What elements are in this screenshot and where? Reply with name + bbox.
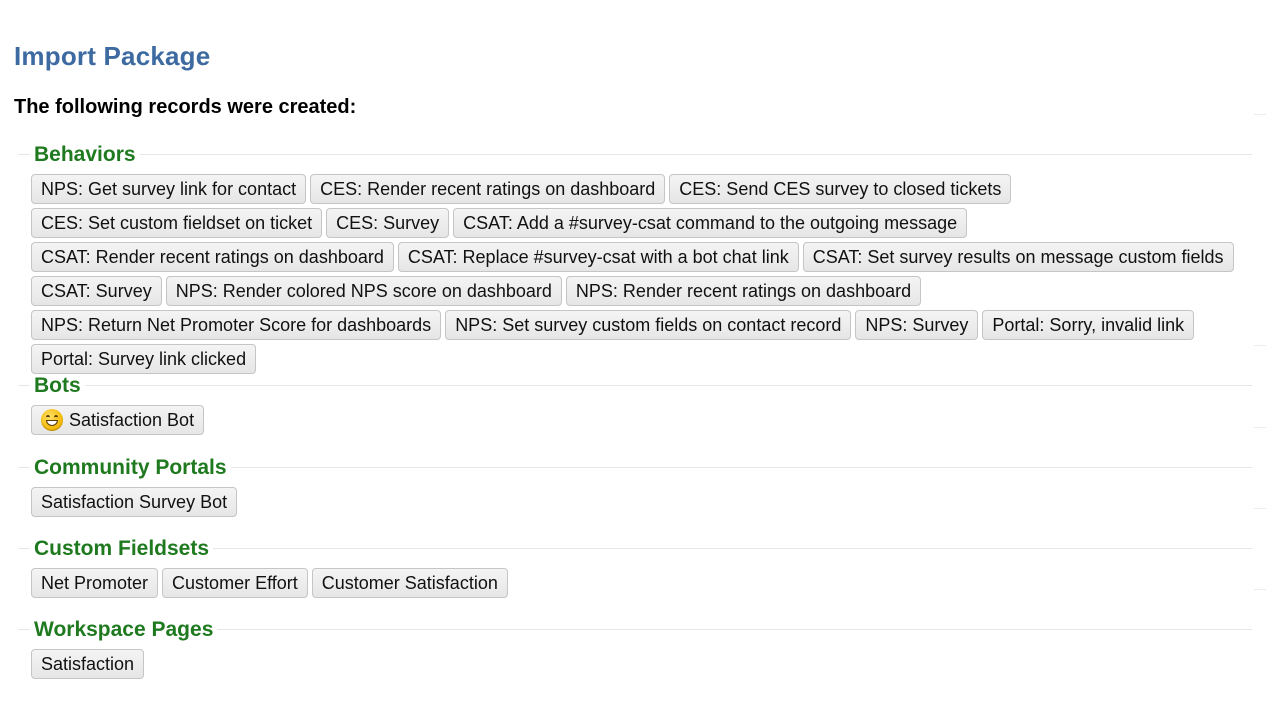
behavior-chip[interactable]: NPS: Return Net Promoter Score for dashb…: [31, 310, 442, 340]
behavior-chip[interactable]: CSAT: Add a #survey-csat command to the …: [453, 208, 968, 238]
bot-chip-satisfaction-bot[interactable]: Satisfaction Bot: [31, 405, 205, 435]
behavior-chip[interactable]: Portal: Sorry, invalid link: [982, 310, 1195, 340]
section-title-community-portals: Community Portals: [30, 456, 231, 480]
behavior-chip[interactable]: CES: Set custom fieldset on ticket: [31, 208, 323, 238]
section-divider: [18, 385, 1252, 386]
section-title-bots: Bots: [30, 374, 85, 398]
workspace-page-chip[interactable]: Satisfaction: [31, 649, 145, 679]
workspace-pages-chip-list: Satisfaction: [31, 649, 1253, 679]
community-portal-chip[interactable]: Satisfaction Survey Bot: [31, 487, 238, 517]
section-bots: Bots Satisfaction Bot: [18, 345, 1266, 435]
behavior-chip[interactable]: CSAT: Render recent ratings on dashboard: [31, 242, 394, 272]
section-title-behaviors: Behaviors: [30, 143, 140, 167]
bot-chip-label: Satisfaction Bot: [69, 409, 195, 430]
custom-fieldset-chip[interactable]: Customer Effort: [162, 568, 308, 598]
records-created-heading: The following records were created:: [14, 96, 357, 118]
section-community-portals: Community Portals Satisfaction Survey Bo…: [18, 427, 1266, 517]
section-custom-fieldsets: Custom Fieldsets Net Promoter Customer Ef…: [18, 508, 1266, 598]
behavior-chip[interactable]: CSAT: Survey: [31, 276, 162, 306]
section-divider: [18, 154, 1252, 155]
section-divider-tick: [1254, 427, 1266, 428]
section-title-custom-fieldsets: Custom Fieldsets: [30, 537, 214, 561]
section-divider-tick: [1254, 508, 1266, 509]
section-divider-tick: [1254, 114, 1266, 115]
behavior-chip[interactable]: NPS: Survey: [855, 310, 979, 340]
bots-chip-list: Satisfaction Bot: [31, 405, 1253, 435]
section-divider-tick: [1254, 345, 1266, 346]
custom-fieldset-chip[interactable]: Net Promoter: [31, 568, 159, 598]
section-behaviors: Behaviors NPS: Get survey link for conta…: [18, 114, 1266, 374]
behavior-chip[interactable]: CES: Survey: [326, 208, 450, 238]
section-title-workspace-pages: Workspace Pages: [30, 618, 218, 642]
behavior-chip[interactable]: Portal: Survey link clicked: [31, 344, 257, 374]
behavior-chip[interactable]: CES: Send CES survey to closed tickets: [669, 174, 1012, 204]
behaviors-chip-list: NPS: Get survey link for contact CES: Ren…: [31, 174, 1253, 374]
community-portals-chip-list: Satisfaction Survey Bot: [31, 487, 1253, 517]
behavior-chip[interactable]: NPS: Set survey custom fields on contact…: [445, 310, 852, 340]
behavior-chip[interactable]: NPS: Get survey link for contact: [31, 174, 307, 204]
behavior-chip[interactable]: NPS: Render colored NPS score on dashboa…: [165, 276, 562, 306]
behavior-chip[interactable]: CSAT: Replace #survey-csat with a bot ch…: [397, 242, 799, 272]
page-title: Import Package: [14, 41, 211, 71]
behavior-chip[interactable]: CSAT: Set survey results on message cust…: [802, 242, 1234, 272]
custom-fieldset-chip[interactable]: Customer Satisfaction: [311, 568, 508, 598]
custom-fieldsets-chip-list: Net Promoter Customer Effort Customer Sati…: [31, 568, 1253, 598]
behavior-chip[interactable]: NPS: Render recent ratings on dashboard: [565, 276, 922, 306]
section-workspace-pages: Workspace Pages Satisfaction: [18, 589, 1266, 679]
import-package-page: Import Package The following records wer…: [0, 0, 1280, 720]
section-divider-tick: [1254, 589, 1266, 590]
behavior-chip[interactable]: CES: Render recent ratings on dashboard: [310, 174, 666, 204]
grinning-face-emoji-icon: [41, 409, 63, 431]
